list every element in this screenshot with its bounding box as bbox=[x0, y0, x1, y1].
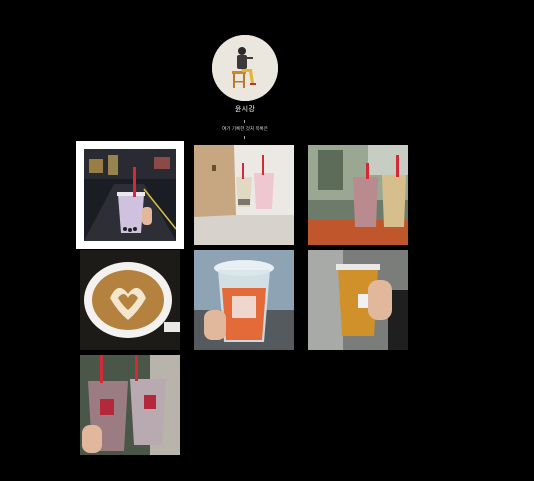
two-drinks-on-window-ledge-photo-icon bbox=[308, 145, 408, 245]
two-bubble-teas-with-paper-bag-photo-icon bbox=[194, 145, 294, 245]
hand-holding-drink-photo-icon bbox=[194, 250, 294, 350]
latte-art-cup-photo-icon bbox=[80, 250, 180, 350]
two-milk-teas-held-photo-icon bbox=[80, 355, 180, 455]
post-tile-5[interactable] bbox=[194, 250, 294, 350]
profile-username: 윤시강 bbox=[234, 105, 256, 113]
post-tile-7[interactable] bbox=[80, 355, 180, 455]
post-tile-2[interactable] bbox=[194, 145, 294, 245]
post-tile-4[interactable] bbox=[80, 250, 180, 350]
divider-tick bbox=[244, 136, 245, 139]
divider-tick bbox=[244, 120, 245, 123]
post-tile-3[interactable] bbox=[308, 145, 408, 245]
post-tile-6[interactable] bbox=[308, 250, 408, 350]
person-sitting-on-stool-icon bbox=[212, 35, 278, 101]
post-tile-1[interactable] bbox=[76, 141, 184, 249]
profile-page: 윤시강 여기 기록한 것처 목록은 bbox=[0, 0, 534, 481]
hand-holding-tea-photo-icon bbox=[308, 250, 408, 350]
profile-avatar[interactable] bbox=[212, 35, 278, 101]
profile-bio: 여기 기록한 것처 목록은 bbox=[222, 127, 268, 132]
bubble-tea-night-street-photo-icon bbox=[84, 149, 176, 241]
